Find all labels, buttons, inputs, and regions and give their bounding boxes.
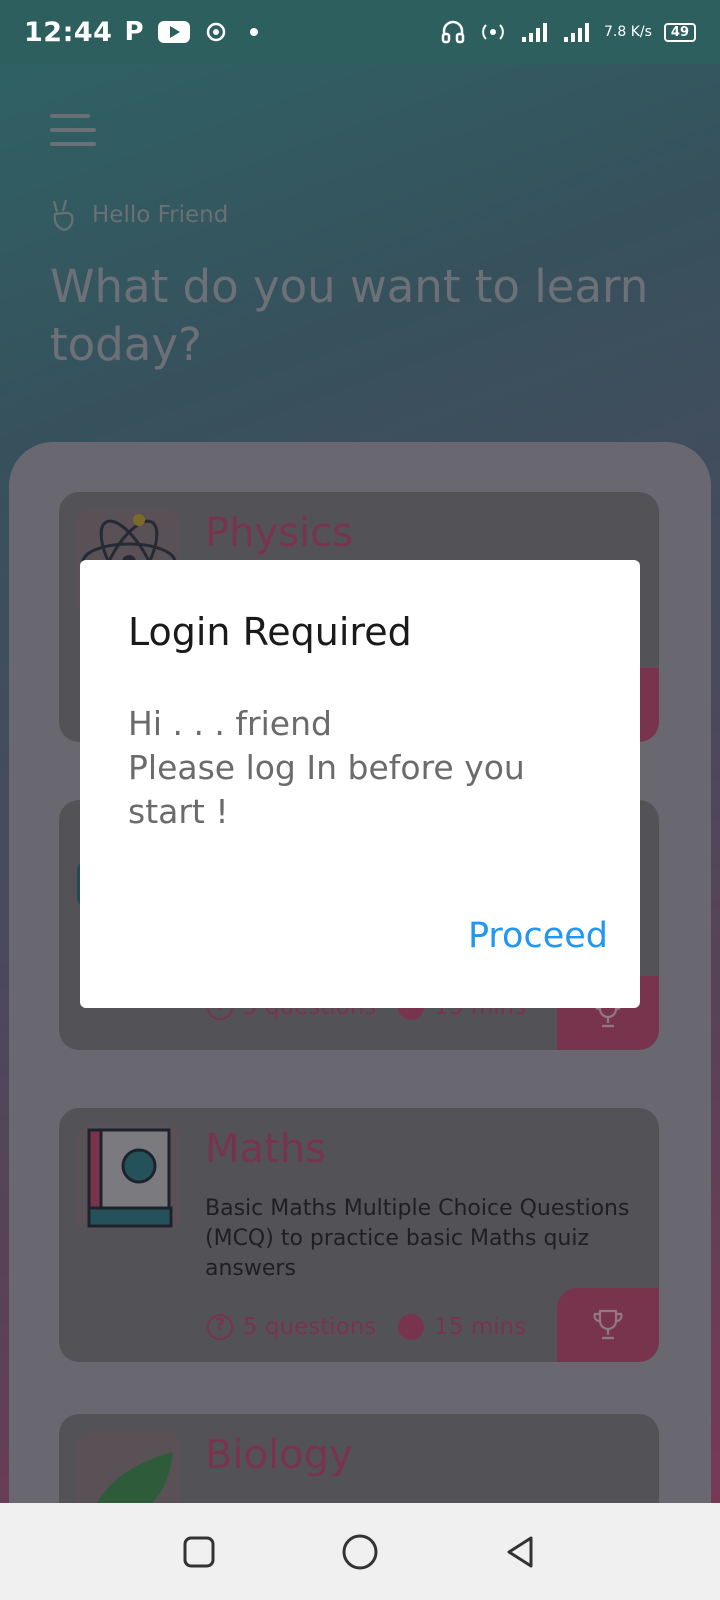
back-icon[interactable] — [503, 1534, 539, 1570]
dialog-message: Hi . . . friend Please log In before you… — [128, 704, 525, 831]
navigation-bar — [0, 1503, 720, 1600]
dialog-title: Login Required — [128, 610, 412, 654]
p-icon: P — [124, 17, 144, 47]
signal-e-icon — [564, 23, 589, 42]
settings-sync-icon — [206, 22, 225, 42]
signal-icon — [522, 23, 547, 42]
battery-icon: 49 — [663, 22, 696, 42]
youtube-icon — [157, 21, 190, 43]
network-speed: 7.8 K/s — [604, 24, 652, 40]
home-icon[interactable] — [340, 1532, 380, 1572]
status-time: 12:44 — [24, 16, 113, 48]
headphones-icon — [441, 20, 465, 44]
notification-dot-icon — [249, 28, 258, 36]
hotspot-icon — [482, 24, 504, 40]
login-required-dialog: Login Required Hi . . . friend Please lo… — [80, 560, 640, 1008]
proceed-button[interactable]: Proceed — [468, 916, 608, 956]
recent-apps-icon[interactable] — [181, 1534, 217, 1570]
status-bar: 12:44 P 7.8 K/s 49 — [0, 0, 720, 64]
